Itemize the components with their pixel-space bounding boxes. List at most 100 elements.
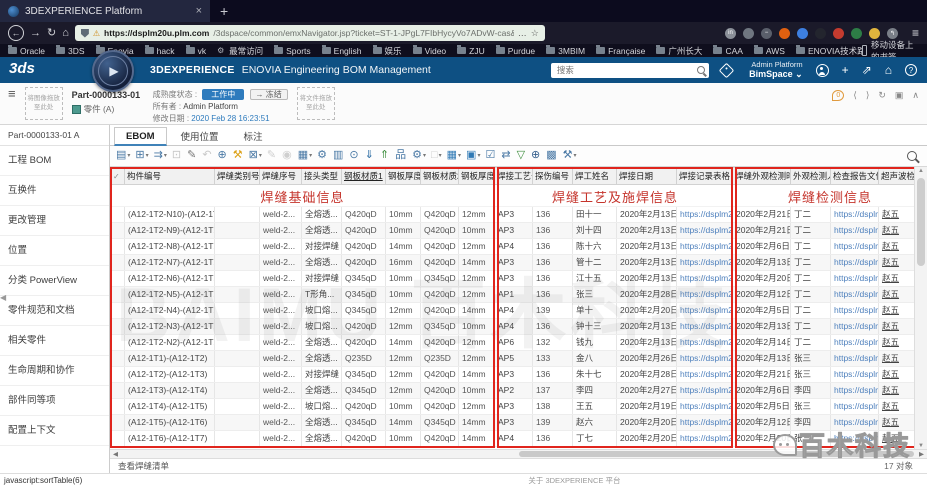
sidebar-item[interactable]: 零件规范和文档 <box>0 296 109 326</box>
cell-report-link[interactable]: https://dsplm... <box>831 318 879 334</box>
col-material-1[interactable]: 钢板材质1 <box>342 167 386 184</box>
cell-weld-record-link[interactable]: https://dsplm2... <box>677 302 733 318</box>
search-icon[interactable] <box>697 66 705 74</box>
col-thickness-1[interactable]: 钢板厚度1 <box>386 167 421 184</box>
cell-ultrasonic-person[interactable]: 赵五 <box>879 398 915 414</box>
bookmark-item[interactable]: Purdue <box>496 46 535 56</box>
more-actions-icon[interactable]: … <box>518 28 527 38</box>
cell-report-link[interactable]: https://dsplm... <box>831 382 879 398</box>
scroll-up-icon[interactable]: ▲ <box>915 168 927 174</box>
compare-icon[interactable]: ⇄ <box>501 150 511 161</box>
bookmark-item[interactable]: ENOVIA技术路线 <box>796 45 862 57</box>
share-icon[interactable]: ⊕ <box>218 150 228 161</box>
scroll-down-icon[interactable]: ▼ <box>915 443 927 449</box>
extension-icon[interactable]: ↰ <box>887 28 898 39</box>
cell-report-link[interactable]: https://dsplm... <box>831 334 879 350</box>
cell-report-link[interactable]: https://dsplm... <box>831 302 879 318</box>
bom-info-icon[interactable]: ⊙ <box>349 150 359 161</box>
export-icon[interactable]: ⊠ ▾ <box>249 150 262 161</box>
cell-report-link[interactable]: https://dsplm... <box>831 286 879 302</box>
preview-icon[interactable]: ◉ <box>282 150 293 161</box>
cell-weld-record-link[interactable]: https://dsplm2... <box>677 414 733 430</box>
cell-select[interactable] <box>111 334 125 350</box>
cell-ultrasonic-person[interactable]: 赵五 <box>879 222 915 238</box>
cell-ultrasonic-person[interactable]: 赵五 <box>879 206 915 222</box>
add-icon[interactable]: + <box>842 64 849 76</box>
table-row[interactable]: (A12-1T2-N4)-(A12-1T2-N1) weld-2... 坡口熔.… <box>111 302 915 318</box>
table-row[interactable]: (A12-1T2-N6)-(A12-1T2-N1) weld-2... 对接焊缝… <box>111 270 915 286</box>
extension-icon[interactable] <box>797 28 808 39</box>
user-context[interactable]: Admin Platform BimSpace ⌄ <box>749 61 803 80</box>
cell-ultrasonic-person[interactable]: 赵五 <box>879 366 915 382</box>
maximize-icon[interactable]: ▣ <box>895 90 904 101</box>
extension-icon[interactable]: in <box>725 28 736 39</box>
cell-select[interactable] <box>111 318 125 334</box>
cell-weld-record-link[interactable]: https://dsplm2... <box>677 398 733 414</box>
cell-weld-record-link[interactable]: https://dsplm2... <box>677 206 733 222</box>
cell-weld-record-link[interactable]: https://dsplm2... <box>677 222 733 238</box>
col-weld-process[interactable]: 焊接工艺号 <box>495 167 533 184</box>
tracking-shield-icon[interactable] <box>81 29 89 38</box>
cell-weld-record-link[interactable]: https://dsplm2... <box>677 254 733 270</box>
hamburger-icon[interactable]: ≡ <box>8 87 16 124</box>
cell-ultrasonic-person[interactable]: 赵五 <box>879 286 915 302</box>
cell-report-link[interactable]: https://dsplm... <box>831 430 879 446</box>
bookmark-item[interactable]: Sports <box>274 46 311 56</box>
bookmark-item[interactable]: Video <box>413 46 447 56</box>
table-row[interactable]: (A12-1T2-N10)-(A12-1T2-N1) weld-2... 全熔透… <box>111 206 915 222</box>
file-drop-zone[interactable]: 将文件拖放至此处 <box>297 87 335 120</box>
col-visual-person[interactable]: 外观检测人 <box>791 167 831 184</box>
bookmark-item[interactable]: English <box>322 46 362 56</box>
bookmark-item[interactable]: AWS <box>754 46 785 56</box>
cell-weld-record-link[interactable]: https://dsplm2... <box>677 350 733 366</box>
cell-select[interactable] <box>111 238 125 254</box>
bookmark-item[interactable]: 3MBIM <box>546 46 585 56</box>
col-thickness-2[interactable]: 钢板厚度2 <box>459 167 495 184</box>
cad-tool-icon[interactable]: ⚒ <box>233 150 244 161</box>
cell-report-link[interactable]: https://dsplm... <box>831 414 879 430</box>
sidebar-item[interactable]: 相关零件 <box>0 326 109 356</box>
globe-icon[interactable]: ⊕ <box>531 150 541 161</box>
table-edit-icon[interactable]: ▦ ▾ <box>447 150 461 161</box>
cell-weld-record-link[interactable]: https://dsplm2... <box>677 270 733 286</box>
cell-select[interactable] <box>111 270 125 286</box>
cell-select[interactable] <box>111 254 125 270</box>
tools-icon[interactable]: ⚒ ▾ <box>563 150 577 161</box>
comments-icon[interactable]: 0 <box>832 90 844 101</box>
insert-item-icon[interactable]: ⊞ ▾ <box>135 150 148 161</box>
cell-ultrasonic-person[interactable]: 赵五 <box>879 334 915 350</box>
sidebar-item[interactable]: 部件同等项 <box>0 386 109 416</box>
scroll-left-icon[interactable]: ◀ <box>110 450 121 458</box>
cell-select[interactable] <box>111 286 125 302</box>
tag-icon[interactable] <box>719 62 735 78</box>
help-icon[interactable]: ? <box>905 64 917 76</box>
tab-ebom[interactable]: EBOM <box>114 127 167 146</box>
cell-ultrasonic-person[interactable]: 赵五 <box>879 270 915 286</box>
grid-selection-icon[interactable]: ▩ <box>546 150 557 161</box>
cell-report-link[interactable]: https://dsplm... <box>831 222 879 238</box>
table-row[interactable]: (A12-1T2)-(A12-1T3) weld-2... 对接焊缝 Q345q… <box>111 366 915 382</box>
share-icon[interactable]: ⇗ <box>862 64 872 76</box>
col-weld-category[interactable]: 焊缝类别号 <box>215 167 260 184</box>
cell-weld-record-link[interactable]: https://dsplm2... <box>677 366 733 382</box>
cell-weld-record-link[interactable]: https://dsplm2... <box>677 238 733 254</box>
table-row[interactable]: (A12-1T2-N2)-(A12-1T2-N1) weld-2... 全熔透.… <box>111 334 915 350</box>
current-state-button[interactable]: 工作中 <box>202 89 244 100</box>
sidebar-item[interactable]: 更改管理 <box>0 206 109 236</box>
new-sheet-icon[interactable]: □ ▾ <box>431 150 442 161</box>
edit-icon[interactable]: ✎ <box>187 150 197 161</box>
tab-where-used[interactable]: 使用位置 <box>170 126 230 145</box>
view-mode-icon[interactable]: ▤ ▾ <box>116 150 130 161</box>
cell-ultrasonic-person[interactable]: 赵五 <box>879 238 915 254</box>
cell-weld-record-link[interactable]: https://dsplm2... <box>677 382 733 398</box>
cell-select[interactable] <box>111 382 125 398</box>
vertical-scroll-thumb[interactable] <box>917 178 925 266</box>
col-ultrasonic[interactable]: 超声波检测 <box>879 167 915 184</box>
validate-icon[interactable]: ☑ <box>485 150 496 161</box>
search-input[interactable] <box>555 64 693 76</box>
bookmark-item[interactable]: 娱乐 <box>373 45 402 57</box>
sidebar-item[interactable]: 配置上下文 <box>0 416 109 446</box>
cell-weld-record-link[interactable]: https://dsplm2... <box>677 286 733 302</box>
table-row[interactable]: (A12-1T4)-(A12-1T5) weld-2... 坡口熔... Q42… <box>111 398 915 414</box>
bookmark-item[interactable]: 最常访问 <box>217 45 263 57</box>
